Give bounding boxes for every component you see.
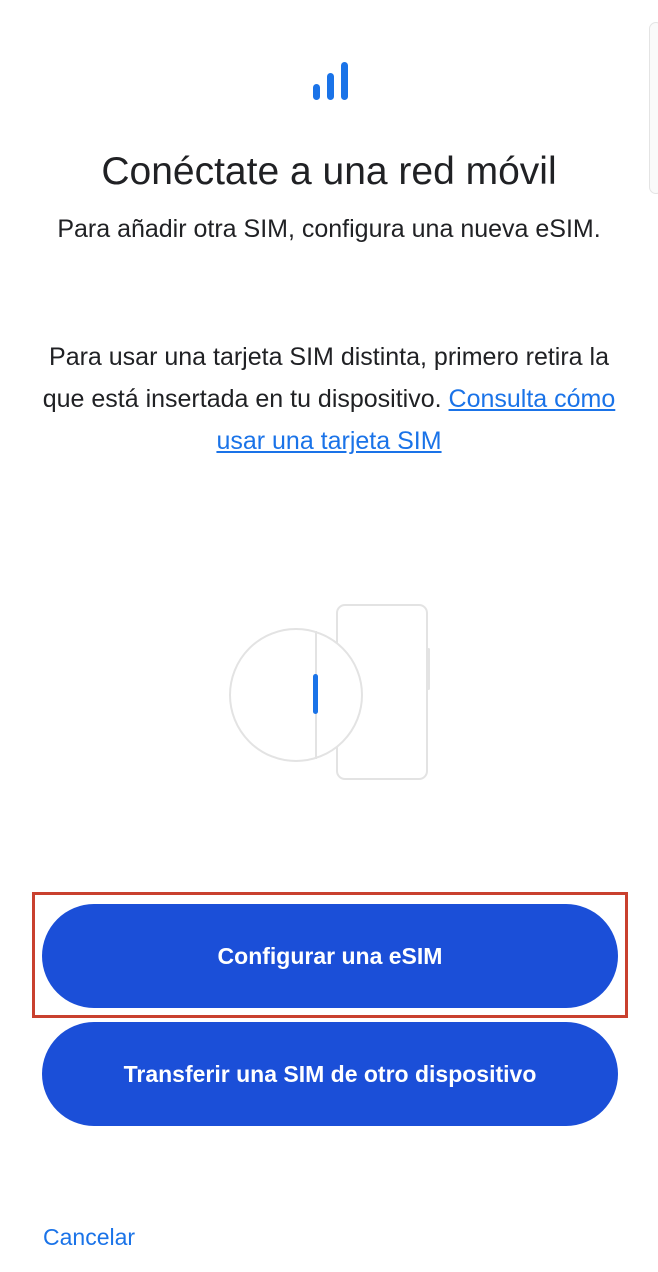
- esim-description: Para añadir otra SIM, configura una nuev…: [57, 215, 601, 243]
- cancel-button[interactable]: Cancelar: [43, 1222, 135, 1252]
- signal-bars-icon: [313, 62, 348, 100]
- page-title: Conéctate a una red móvil: [101, 150, 557, 193]
- sim-tray-illustration-icon: [229, 604, 430, 780]
- setup-screen: Conéctate a una red móvil Para añadir ot…: [0, 0, 658, 1272]
- sim-card-description: Para usar una tarjeta SIM distinta, prim…: [40, 336, 618, 462]
- configure-esim-button[interactable]: Configurar una eSIM: [42, 904, 618, 1008]
- transfer-sim-button[interactable]: Transferir una SIM de otro dispositivo: [42, 1022, 618, 1126]
